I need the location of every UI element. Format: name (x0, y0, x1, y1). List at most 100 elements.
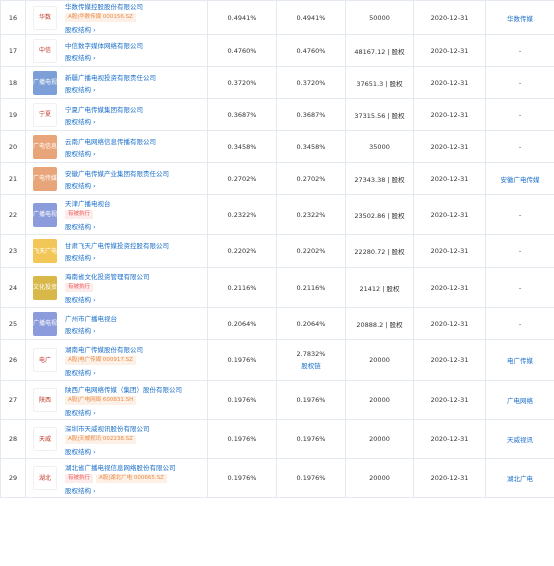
table-row: 17中信中信数字媒体网络有限公司股权结构0.4760%0.4760%48167.… (0, 34, 554, 67)
company-logo: 华数 (33, 5, 57, 30)
equity-structure-link[interactable]: 股权结构 (65, 252, 169, 262)
company-name-link[interactable]: 安徽广电传媒产业集团有限责任公司 (65, 168, 169, 178)
stock-badge[interactable]: A股|湖北广电 000665.SZ (96, 473, 167, 483)
company-logo: 广电传媒 (33, 166, 57, 191)
row-number: 21 (0, 162, 26, 195)
final-benefit-value: 0.2116% (296, 283, 326, 292)
subscribed-amount: 23502.86 | 股权 (345, 194, 414, 235)
table-row: 20广电信息云南广电网络信息传播有限公司股权结构0.3458%0.3458%35… (0, 130, 554, 163)
company-name-link[interactable]: 中信数字媒体网络有限公司 (65, 40, 143, 50)
subscribed-amount: 37315.56 | 股权 (345, 98, 414, 131)
company-cell: 广电传媒 安徽广电传媒产业集团有限责任公司 股权结构 (25, 162, 208, 195)
company-name-link[interactable]: 广州市广播电视台 (65, 313, 117, 323)
related-brand[interactable]: 华数传媒 (485, 0, 554, 35)
final-benefit-value: 0.2202% (296, 247, 326, 255)
related-brand[interactable]: 电广传媒 (485, 339, 554, 381)
final-benefit-value: 0.2322% (296, 210, 326, 219)
company-name-link[interactable]: 甘肃飞天广电传媒投资控股有限公司 (65, 240, 169, 250)
company-logo: 中信 (33, 38, 57, 63)
equity-chain-link[interactable]: 股权链 (277, 360, 345, 370)
holding-ratio: 0.1976% (207, 419, 277, 459)
brand-link[interactable]: 电广传媒 (507, 357, 533, 365)
company-name-link[interactable]: 宁夏广电传媒集团有限公司 (65, 104, 143, 114)
company-name-link[interactable]: 海南省文化投资管理有限公司 (65, 271, 150, 281)
company-cell: 电广 湖南电广传媒股份有限公司 A股|电广传媒 000917.SZ 股权结构 (25, 339, 208, 381)
holding-ratio: 0.2064% (207, 307, 277, 340)
brand-link[interactable]: 广电网络 (507, 397, 533, 405)
company-name-link[interactable]: 云南广电网络信息传播有限公司 (65, 136, 156, 146)
company-cell: 广播电视 天津广播电视台 有被执行 股权结构 (25, 194, 208, 235)
company-logo: 湖北 (33, 466, 57, 490)
equity-structure-link[interactable]: 股权结构 (65, 325, 117, 335)
equity-structure-link[interactable]: 股权结构 (65, 24, 143, 34)
equity-structure-link[interactable]: 股权结构 (65, 446, 150, 456)
equity-structure-link[interactable]: 股权结构 (65, 52, 143, 62)
equity-structure-link[interactable]: 股权结构 (65, 84, 156, 94)
equity-structure-link[interactable]: 股权结构 (65, 116, 143, 126)
subscription-date: 2020-12-31 (413, 307, 486, 340)
company-logo: 广播电视 (33, 311, 57, 336)
final-benefit-ratio: 0.1976% (276, 458, 346, 498)
stock-badge[interactable]: A股|广电网络 600831.SH (65, 395, 137, 405)
related-brand[interactable]: 湖北广电 (485, 458, 554, 498)
equity-structure-link[interactable]: 股权结构 (65, 485, 176, 495)
company-cell: 湖北 湖北省广播电视信息网络股份有限公司 有被执行 A股|湖北广电 000665.SZ… (25, 458, 208, 498)
subscription-date: 2020-12-31 (413, 234, 486, 268)
brand-link[interactable]: 天威视讯 (507, 436, 533, 444)
row-number: 23 (0, 234, 26, 268)
related-brand[interactable]: 安徽广电传媒 (485, 162, 554, 195)
company-logo: 广播电视 (33, 70, 57, 95)
table-row: 22广播电视天津广播电视台有被执行股权结构0.2322%0.2322%23502… (0, 194, 554, 235)
subscribed-amount: 20000 (345, 458, 414, 498)
equity-structure-link[interactable]: 股权结构 (65, 407, 182, 417)
equity-structure-link[interactable]: 股权结构 (65, 221, 111, 231)
execution-badge[interactable]: 有被执行 (65, 283, 94, 292)
brand-link[interactable]: 安徽广电传媒 (501, 176, 540, 184)
holding-ratio: 0.1976% (207, 458, 277, 498)
related-brand[interactable]: 广电网络 (485, 380, 554, 420)
execution-badge[interactable]: 有被执行 (65, 210, 94, 219)
stock-badge[interactable]: A股|电广传媒 000917.SZ (65, 355, 136, 365)
equity-structure-link[interactable]: 股权结构 (65, 148, 156, 158)
table-row: 16 华数华数传媒控股股份有限公司 A股|华数传媒 000156.SZ 股权结构 0.4… (0, 0, 554, 35)
final-benefit-ratio: 2.7832% 股权链 (276, 339, 346, 381)
company-name-link[interactable]: 陕西广电网络传媒（集团）股份有限公司 (65, 384, 182, 394)
table-row: 24文化投资海南省文化投资管理有限公司有被执行股权结构0.2116%0.2116… (0, 267, 554, 308)
brand-link: - (518, 78, 522, 87)
company-name-link[interactable]: 湖南电广传媒股份有限公司 (65, 344, 143, 354)
table-row: 26 电广湖南电广传媒股份有限公司A股|电广传媒 000917.SZ 股权结构 0.1… (0, 339, 554, 381)
company-cell: 广播电视 广州市广播电视台 股权结构 (25, 307, 208, 340)
final-benefit-ratio: 0.1976% (276, 380, 346, 420)
execution-badge[interactable]: 有被执行 (65, 473, 94, 483)
holding-ratio: 0.2116% (207, 267, 277, 308)
equity-structure-link[interactable]: 股权结构 (65, 367, 143, 377)
company-name-link[interactable]: 天津广播电视台 (65, 198, 111, 208)
stock-badge[interactable]: A股|华数传媒 000156.SZ (65, 13, 136, 22)
brand-link: - (518, 210, 522, 219)
stock-badge[interactable]: A股|天威视讯 002238.SZ (65, 434, 136, 444)
subscribed-amount: 27343.38 | 股权 (345, 162, 414, 195)
brand-link[interactable]: 湖北广电 (507, 475, 533, 483)
company-logo: 陕西 (33, 388, 57, 412)
subscription-date: 2020-12-31 (413, 419, 486, 459)
subscribed-amount: 37651.3 | 股权 (345, 66, 414, 99)
final-benefit-value: 0.3458% (296, 142, 326, 151)
subscription-date: 2020-12-31 (413, 458, 486, 498)
company-logo: 宁夏 (33, 102, 57, 127)
company-name-link[interactable]: 新疆广播电视投资有限责任公司 (65, 72, 156, 82)
company-logo: 广电信息 (33, 134, 57, 159)
company-name-link[interactable]: 湖北省广播电视信息网络股份有限公司 (65, 462, 176, 472)
holding-ratio: 0.3458% (207, 130, 277, 163)
equity-structure-link[interactable]: 股权结构 (65, 180, 169, 190)
shareholder-table: 16 华数华数传媒控股股份有限公司 A股|华数传媒 000156.SZ 股权结构 0.4… (0, 0, 554, 498)
company-name-link[interactable]: 华数传媒控股股份有限公司 (65, 1, 143, 11)
holding-ratio: 0.2702% (207, 162, 277, 195)
related-brand[interactable]: 天威视讯 (485, 419, 554, 459)
equity-structure-link[interactable]: 股权结构 (65, 294, 150, 304)
row-number: 22 (0, 194, 26, 235)
brand-link[interactable]: 华数传媒 (507, 15, 533, 23)
holding-ratio: 0.3687% (207, 98, 277, 131)
company-name-link[interactable]: 深圳市天威视讯股份有限公司 (65, 423, 150, 433)
related-brand: - (485, 34, 554, 67)
table-row: 19宁夏宁夏广电传媒集团有限公司股权结构0.3687%0.3687%37315.… (0, 98, 554, 131)
